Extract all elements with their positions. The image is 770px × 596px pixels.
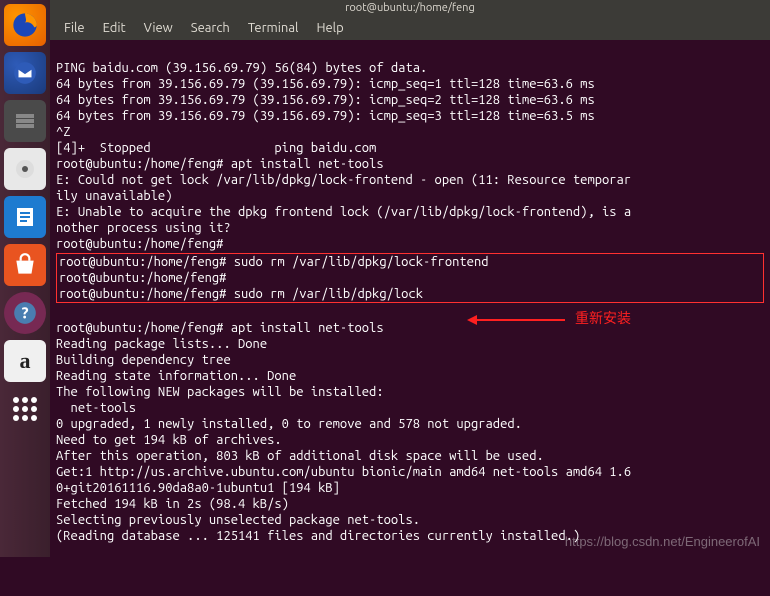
menu-view[interactable]: View [136, 19, 181, 37]
terminal-body[interactable]: PING baidu.com (39.156.69.79) 56(84) byt… [50, 40, 770, 596]
term-line: 64 bytes from 39.156.69.79 (39.156.69.79… [56, 93, 595, 107]
term-line: 0 upgraded, 1 newly installed, 0 to remo… [56, 417, 522, 431]
term-line: E: Unable to acquire the dpkg frontend l… [56, 205, 631, 219]
term-line: Reading package lists... Done [56, 337, 267, 351]
term-line: (Reading database ... 125141 files and d… [56, 529, 580, 543]
term-line: The following NEW packages will be insta… [56, 385, 384, 399]
term-line: PING baidu.com (39.156.69.79) 56(84) byt… [56, 61, 427, 75]
highlighted-commands: root@ubuntu:/home/feng# sudo rm /var/lib… [56, 253, 764, 303]
term-line: After this operation, 803 kB of addition… [56, 449, 544, 463]
term-line: Get:1 http://us.archive.ubuntu.com/ubunt… [56, 465, 631, 479]
window-title: root@ubuntu:/home/feng [50, 0, 770, 16]
term-line: E: Could not get lock /var/lib/dpkg/lock… [56, 173, 631, 187]
term-line: ^Z [56, 125, 71, 139]
annotation-reinstall: 重新安装 [575, 310, 631, 326]
svg-text:?: ? [21, 304, 29, 321]
term-line: 0+git20161116.90da8a0-1ubuntu1 [194 kB] [56, 481, 340, 495]
term-line: Reading state information... Done [56, 369, 296, 383]
files-icon[interactable] [4, 100, 46, 142]
annotation-arrow [470, 319, 565, 321]
amazon-icon[interactable]: a [4, 340, 46, 382]
term-line: Selecting previously unselected package … [56, 513, 420, 527]
ubuntu-software-icon[interactable] [4, 244, 46, 286]
menu-help[interactable]: Help [308, 19, 351, 37]
term-line: root@ubuntu:/home/feng# apt install net-… [56, 321, 384, 335]
rhythmbox-icon[interactable] [4, 148, 46, 190]
thunderbird-icon[interactable] [4, 52, 46, 94]
menu-search[interactable]: Search [183, 19, 238, 37]
show-applications-icon[interactable] [4, 388, 46, 430]
term-line: 64 bytes from 39.156.69.79 (39.156.69.79… [56, 109, 595, 123]
term-line: Fetched 194 kB in 2s (98.4 kB/s) [56, 497, 289, 511]
menu-edit[interactable]: Edit [95, 19, 134, 37]
dot-grid-icon [13, 397, 37, 421]
term-line: root@ubuntu:/home/feng# sudo rm /var/lib… [59, 287, 423, 301]
term-line: nother process using it? [56, 221, 231, 235]
term-line: net-tools [56, 401, 136, 415]
term-line: root@ubuntu:/home/feng# [56, 237, 223, 251]
term-line: root@ubuntu:/home/feng# [59, 271, 226, 285]
term-line: root@ubuntu:/home/feng# apt install net-… [56, 157, 384, 171]
menu-bar: File Edit View Search Terminal Help [50, 16, 770, 40]
term-line: Need to get 194 kB of archives. [56, 433, 282, 447]
amazon-label: a [20, 348, 31, 374]
terminal-window: root@ubuntu:/home/feng File Edit View Se… [50, 0, 770, 557]
libreoffice-writer-icon[interactable] [4, 196, 46, 238]
term-line: [4]+ Stopped ping baidu.com [56, 141, 376, 155]
menu-terminal[interactable]: Terminal [240, 19, 307, 37]
term-line: 64 bytes from 39.156.69.79 (39.156.69.79… [56, 77, 595, 91]
help-icon[interactable]: ? [4, 292, 46, 334]
term-line: ily unavailable) [56, 189, 172, 203]
menu-file[interactable]: File [56, 19, 93, 37]
term-line: Building dependency tree [56, 353, 231, 367]
launcher-dock: ? a [0, 0, 50, 557]
term-line: root@ubuntu:/home/feng# sudo rm /var/lib… [59, 255, 489, 269]
firefox-icon[interactable] [4, 4, 46, 46]
